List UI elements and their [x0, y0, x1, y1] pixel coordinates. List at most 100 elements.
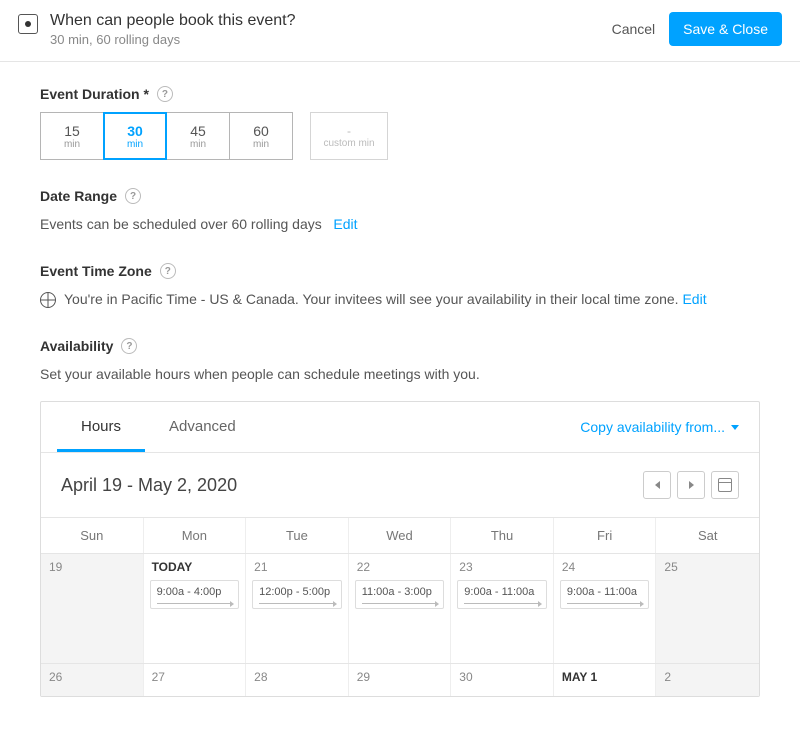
- availability-slot[interactable]: 11:00a - 3:00p: [355, 580, 445, 609]
- duration-option-30[interactable]: 30min: [103, 112, 167, 160]
- availability-slot[interactable]: 12:00p - 5:00p: [252, 580, 342, 609]
- duration-option-60[interactable]: 60min: [229, 112, 293, 160]
- day-cell[interactable]: TODAY 9:00a - 4:00p: [144, 554, 247, 663]
- chevron-right-icon: [689, 481, 694, 489]
- timezone-body: You're in Pacific Time - US & Canada. Yo…: [40, 289, 760, 310]
- date-range-text: Events can be scheduled over 60 rolling …: [40, 216, 322, 232]
- day-cell[interactable]: 29: [349, 664, 452, 696]
- duration-number: 60: [253, 123, 269, 139]
- day-cell[interactable]: 23 9:00a - 11:00a: [451, 554, 554, 663]
- calendar-dot-icon: [18, 14, 38, 34]
- day-cell: 2: [656, 664, 759, 696]
- duration-number: 30: [127, 123, 143, 139]
- day-cell[interactable]: 28: [246, 664, 349, 696]
- help-icon[interactable]: ?: [157, 86, 173, 102]
- tab-hours[interactable]: Hours: [57, 402, 145, 452]
- availability-slot[interactable]: 9:00a - 11:00a: [560, 580, 650, 609]
- day-cell[interactable]: 22 11:00a - 3:00p: [349, 554, 452, 663]
- duration-unit: min: [64, 139, 80, 150]
- duration-option-15[interactable]: 15min: [40, 112, 104, 160]
- day-number: 22: [355, 560, 445, 574]
- weekday-wed: Wed: [349, 518, 452, 553]
- help-icon[interactable]: ?: [125, 188, 141, 204]
- day-number: 25: [662, 560, 753, 574]
- day-number: 26: [47, 670, 137, 684]
- date-range-title-row: Date Range ?: [40, 188, 760, 204]
- header-text-block: When can people book this event? 30 min,…: [50, 12, 612, 47]
- weekday-sun: Sun: [41, 518, 144, 553]
- weekday-sat: Sat: [656, 518, 759, 553]
- timezone-edit-link[interactable]: Edit: [682, 291, 706, 307]
- day-number: 21: [252, 560, 342, 574]
- availability-label: Availability: [40, 338, 113, 354]
- duration-option-custom[interactable]: -custom min: [310, 112, 388, 160]
- content-area: Event Duration * ? 15min30min45min60min-…: [0, 62, 800, 749]
- duration-number: 45: [190, 123, 206, 139]
- calendar-header: April 19 - May 2, 2020: [41, 453, 759, 517]
- calendar-picker-button[interactable]: [711, 471, 739, 499]
- weekday-thu: Thu: [451, 518, 554, 553]
- chevron-down-icon: [731, 425, 739, 430]
- chevron-left-icon: [655, 481, 660, 489]
- prev-week-button[interactable]: [643, 471, 671, 499]
- week-row-1: 19 TODAY 9:00a - 4:00p 21 12:00p - 5:00p 22 11…: [41, 553, 759, 663]
- day-number: 28: [252, 670, 342, 684]
- header-actions: Cancel Save & Close: [612, 12, 782, 46]
- day-cell: 26: [41, 664, 144, 696]
- date-range-edit-link[interactable]: Edit: [333, 216, 357, 232]
- day-number: 23: [457, 560, 547, 574]
- day-number: MAY 1: [560, 670, 650, 684]
- tabs-row: Hours Advanced Copy availability from...: [41, 402, 759, 453]
- duration-unit: min: [127, 139, 143, 150]
- help-icon[interactable]: ?: [121, 338, 137, 354]
- day-cell: 19: [41, 554, 144, 663]
- availability-section: Availability ? Set your available hours …: [40, 338, 760, 697]
- copy-availability-label: Copy availability from...: [580, 419, 725, 435]
- calendar-icon: [718, 478, 732, 492]
- weekday-mon: Mon: [144, 518, 247, 553]
- calendar-range-label: April 19 - May 2, 2020: [61, 475, 637, 496]
- duration-options: 15min30min45min60min-custom min: [40, 112, 760, 160]
- availability-slot[interactable]: 9:00a - 11:00a: [457, 580, 547, 609]
- day-number: 2: [662, 670, 753, 684]
- date-range-body: Events can be scheduled over 60 rolling …: [40, 214, 760, 235]
- availability-slot[interactable]: 9:00a - 4:00p: [150, 580, 240, 609]
- help-icon[interactable]: ?: [160, 263, 176, 279]
- date-range-label: Date Range: [40, 188, 117, 204]
- day-cell[interactable]: 24 9:00a - 11:00a: [554, 554, 657, 663]
- day-number: 27: [150, 670, 240, 684]
- day-cell[interactable]: 27: [144, 664, 247, 696]
- availability-subtitle: Set your available hours when people can…: [40, 364, 760, 385]
- custom-dash: -: [347, 124, 351, 138]
- globe-icon: [40, 292, 56, 308]
- day-cell[interactable]: 21 12:00p - 5:00p: [246, 554, 349, 663]
- day-number: TODAY: [150, 560, 240, 574]
- day-number: 19: [47, 560, 137, 574]
- custom-unit: custom min: [323, 138, 374, 149]
- timezone-title-row: Event Time Zone ?: [40, 263, 760, 279]
- availability-panel: Hours Advanced Copy availability from...…: [40, 401, 760, 697]
- availability-title-row: Availability ?: [40, 338, 760, 354]
- duration-unit: min: [190, 139, 206, 150]
- day-number: 24: [560, 560, 650, 574]
- next-week-button[interactable]: [677, 471, 705, 499]
- page-header: When can people book this event? 30 min,…: [0, 0, 800, 62]
- cancel-button[interactable]: Cancel: [612, 21, 656, 37]
- tab-advanced[interactable]: Advanced: [145, 402, 260, 452]
- duration-label: Event Duration *: [40, 86, 149, 102]
- copy-availability-link[interactable]: Copy availability from...: [576, 405, 743, 449]
- timezone-text: You're in Pacific Time - US & Canada. Yo…: [64, 291, 679, 307]
- timezone-section: Event Time Zone ? You're in Pacific Time…: [40, 263, 760, 310]
- duration-unit: min: [253, 139, 269, 150]
- duration-option-45[interactable]: 45min: [166, 112, 230, 160]
- weekday-fri: Fri: [554, 518, 657, 553]
- day-number: 30: [457, 670, 547, 684]
- page-subtitle: 30 min, 60 rolling days: [50, 32, 612, 47]
- weekday-header-row: SunMonTueWedThuFriSat: [41, 517, 759, 553]
- weekday-tue: Tue: [246, 518, 349, 553]
- day-cell[interactable]: 30: [451, 664, 554, 696]
- week-row-2: 26 27 28 29 30 MAY 1 2: [41, 663, 759, 696]
- day-cell[interactable]: MAY 1: [554, 664, 657, 696]
- save-close-button[interactable]: Save & Close: [669, 12, 782, 46]
- timezone-label: Event Time Zone: [40, 263, 152, 279]
